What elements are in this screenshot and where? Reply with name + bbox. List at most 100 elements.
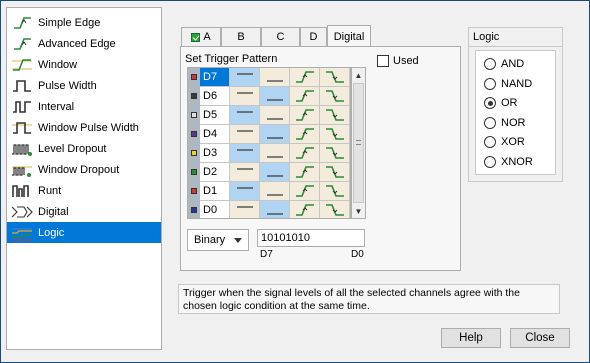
low-level-button[interactable] (260, 163, 290, 182)
channel-color-swatch (191, 74, 197, 80)
high-level-button[interactable] (230, 106, 260, 125)
channel-name[interactable]: D0 (200, 201, 230, 218)
logic-option-xnor[interactable]: XNOR (484, 155, 533, 168)
falling-edge-button[interactable] (320, 68, 350, 87)
channel-name[interactable]: D3 (200, 144, 230, 163)
rising-edge-button[interactable] (290, 68, 320, 87)
logic-option-nand[interactable]: NAND (484, 77, 532, 90)
logic-group: Logic AND NAND OR NOR XOR XNOR (468, 27, 564, 182)
channel-name[interactable]: D7 (200, 68, 230, 87)
high-level-button[interactable] (230, 201, 260, 218)
msb-label: D7 (260, 249, 273, 260)
used-checkbox[interactable]: Used (377, 55, 419, 67)
tab-d[interactable]: D (300, 27, 327, 46)
close-button[interactable]: Close (510, 328, 570, 348)
trigger-type-window-pulse-width[interactable]: Window Pulse Width (7, 117, 161, 138)
falling-edge-button[interactable] (320, 163, 350, 182)
pattern-scrollbar[interactable]: ▲ ▼ (351, 67, 366, 219)
low-level-button[interactable] (260, 87, 290, 106)
logic-option-and[interactable]: AND (484, 58, 524, 70)
falling-edge-button[interactable] (320, 182, 350, 201)
falling-edge-button[interactable] (320, 125, 350, 144)
format-select[interactable]: Binary (187, 229, 249, 251)
high-level-icon (237, 130, 253, 132)
falling-edge-button[interactable] (320, 144, 350, 163)
high-level-icon (237, 73, 253, 75)
window-icon (11, 57, 33, 73)
low-level-button[interactable] (260, 125, 290, 144)
channel-name[interactable]: D6 (200, 87, 230, 106)
rising-edge-button[interactable] (290, 144, 320, 163)
falling-edge-button[interactable] (320, 201, 350, 218)
radio-button[interactable] (484, 58, 496, 70)
trigger-type-label: Pulse Width (38, 79, 97, 92)
high-level-button[interactable] (230, 182, 260, 201)
channel-name[interactable]: D5 (200, 106, 230, 125)
trigger-type-interval[interactable]: Interval (7, 96, 161, 117)
trigger-type-level-dropout[interactable]: Level Dropout (7, 138, 161, 159)
trigger-type-digital[interactable]: Digital (7, 201, 161, 222)
pattern-grid: D7 D6 D5 D4 D3 D2 D1 D0 (187, 67, 351, 219)
scroll-thumb[interactable] (353, 83, 364, 203)
high-level-button[interactable] (230, 125, 260, 144)
channel-color-column (188, 163, 200, 182)
tab-a[interactable]: A (181, 27, 221, 46)
logic-option-label: OR (501, 97, 518, 109)
help-button[interactable]: Help (441, 328, 501, 348)
logic-option-label: NOR (501, 116, 526, 129)
tab-b[interactable]: B (221, 27, 261, 46)
high-level-icon (237, 168, 253, 170)
rising-edge-button[interactable] (290, 182, 320, 201)
logic-option-xor[interactable]: XOR (484, 136, 525, 148)
rising-edge-button[interactable] (290, 201, 320, 218)
radio-button[interactable] (484, 97, 496, 109)
channel-name[interactable]: D2 (200, 163, 230, 182)
logic-option-or[interactable]: OR (484, 97, 518, 109)
low-level-button[interactable] (260, 201, 290, 218)
used-checkbox-box[interactable] (377, 55, 389, 67)
trigger-type-runt[interactable]: Runt (7, 180, 161, 201)
trigger-type-label: Window Pulse Width (38, 121, 139, 134)
low-level-button[interactable] (260, 144, 290, 163)
radio-button[interactable] (484, 116, 496, 129)
channel-name[interactable]: D4 (200, 125, 230, 144)
radio-button[interactable] (484, 77, 496, 90)
high-level-button[interactable] (230, 87, 260, 106)
trigger-type-logic[interactable]: Logic (7, 222, 161, 243)
low-level-button[interactable] (260, 182, 290, 201)
rising-edge-button[interactable] (290, 87, 320, 106)
trigger-type-window[interactable]: Window (7, 54, 161, 75)
high-level-button[interactable] (230, 163, 260, 182)
trigger-type-list[interactable]: Simple Edge Advanced Edge Window Pulse Widt… (6, 7, 162, 350)
high-level-button[interactable] (230, 68, 260, 87)
radio-button[interactable] (484, 155, 496, 168)
channel-row-d6: D6 (188, 87, 350, 106)
interval-icon (11, 99, 33, 115)
trigger-type-pulse-width[interactable]: Pulse Width (7, 75, 161, 96)
scroll-down-icon[interactable]: ▼ (352, 204, 365, 218)
channel-name[interactable]: D1 (200, 182, 230, 201)
pattern-value-input[interactable] (257, 229, 365, 247)
rising-edge-button[interactable] (290, 163, 320, 182)
trigger-type-advanced-edge[interactable]: Advanced Edge (7, 33, 161, 54)
low-level-button[interactable] (260, 106, 290, 125)
trigger-type-window-dropout[interactable]: Window Dropout (7, 159, 161, 180)
channel-color-swatch (191, 150, 197, 156)
trigger-dialog: Simple Edge Advanced Edge Window Pulse Widt… (0, 0, 590, 363)
falling-edge-icon (326, 166, 344, 178)
rising-edge-button[interactable] (290, 125, 320, 144)
trigger-type-simple-edge[interactable]: Simple Edge (7, 12, 161, 33)
high-level-button[interactable] (230, 144, 260, 163)
falling-edge-button[interactable] (320, 87, 350, 106)
tab-label: D (309, 31, 318, 43)
low-level-icon (267, 137, 283, 139)
window-dropout-icon (11, 162, 33, 178)
low-level-button[interactable] (260, 68, 290, 87)
logic-option-nor[interactable]: NOR (484, 116, 526, 129)
radio-button[interactable] (484, 136, 496, 148)
scroll-up-icon[interactable]: ▲ (352, 68, 365, 82)
falling-edge-button[interactable] (320, 106, 350, 125)
tab-c[interactable]: C (261, 27, 300, 46)
rising-edge-button[interactable] (290, 106, 320, 125)
tab-digital[interactable]: Digital (327, 25, 371, 47)
